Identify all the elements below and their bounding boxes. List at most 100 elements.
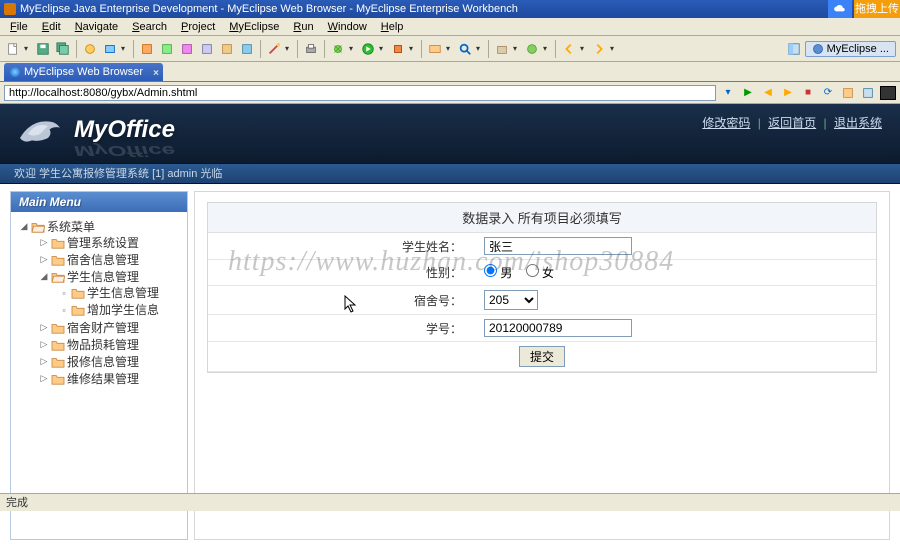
home-button[interactable] bbox=[860, 85, 876, 101]
menu-project[interactable]: Project bbox=[175, 20, 221, 34]
tree-item[interactable]: ▫学生信息管理 bbox=[59, 285, 183, 300]
tool-a[interactable] bbox=[138, 40, 156, 58]
tree-item[interactable]: ▷报修信息管理 bbox=[39, 354, 183, 369]
main-content: 数据录入 所有项目必须填写 学生姓名： 性别： 男 女 宿舍号： 2 bbox=[194, 191, 890, 540]
folder-icon bbox=[51, 339, 65, 351]
tool-e[interactable] bbox=[218, 40, 236, 58]
menu-window[interactable]: Window bbox=[322, 20, 373, 34]
fav-button[interactable] bbox=[840, 85, 856, 101]
title-bar: MyEclipse Java Enterprise Development - … bbox=[0, 0, 900, 18]
collapse-icon[interactable]: ◢ bbox=[19, 221, 29, 232]
form-table: 学生姓名： 性别： 男 女 宿舍号： 205 学号： bbox=[208, 233, 876, 372]
perspective-label: MyEclipse ... bbox=[827, 43, 889, 55]
tool-c[interactable] bbox=[178, 40, 196, 58]
link-exit-system[interactable]: 退出系统 bbox=[834, 116, 882, 130]
radio-female-wrap[interactable]: 女 bbox=[526, 266, 554, 280]
tree-item[interactable]: ▷物品损耗管理 bbox=[39, 337, 183, 352]
tree-item[interactable]: ▫增加学生信息 bbox=[59, 302, 183, 317]
bird-logo-icon bbox=[16, 110, 64, 150]
tree-item-student-info[interactable]: ◢ 学生信息管理 bbox=[39, 269, 183, 284]
link-back-home[interactable]: 返回首页 bbox=[768, 116, 816, 130]
radio-male[interactable] bbox=[484, 264, 497, 277]
brand-reflection: MyOffice bbox=[74, 142, 175, 159]
fullscreen-button[interactable] bbox=[880, 86, 896, 100]
expand-icon[interactable]: ▷ bbox=[39, 339, 49, 350]
upload-label[interactable]: 拖拽上传 bbox=[854, 0, 900, 18]
tool-d[interactable] bbox=[198, 40, 216, 58]
tool-b[interactable] bbox=[158, 40, 176, 58]
wizard-button[interactable] bbox=[265, 40, 283, 58]
save-button[interactable] bbox=[34, 40, 52, 58]
input-student-name[interactable] bbox=[484, 237, 632, 255]
open-perspective-button[interactable] bbox=[785, 40, 803, 58]
expand-icon[interactable]: ▷ bbox=[39, 356, 49, 367]
expand-icon[interactable]: ▷ bbox=[39, 254, 49, 265]
leaf-icon: ▫ bbox=[59, 288, 69, 298]
radio-male-wrap[interactable]: 男 bbox=[484, 266, 512, 280]
menu-search[interactable]: Search bbox=[126, 20, 173, 34]
folder-icon bbox=[51, 373, 65, 385]
tree-item[interactable]: ▷管理系统设置 bbox=[39, 235, 183, 250]
tab-browser[interactable]: MyEclipse Web Browser × bbox=[4, 63, 163, 81]
stop-button[interactable]: ■ bbox=[800, 85, 816, 101]
new-class-button[interactable] bbox=[523, 40, 541, 58]
tool-f[interactable] bbox=[238, 40, 256, 58]
tree-item-label: 学生信息管理 bbox=[67, 268, 139, 285]
tree-item[interactable]: ▷ 宿舍信息管理 bbox=[39, 252, 183, 267]
open-type-button[interactable] bbox=[426, 40, 444, 58]
body-wrap: Main Menu ◢ 系统菜单 ▷管理系统设置 ▷ 宿舍信息管理 ◢ 学生信息管理 bbox=[0, 184, 900, 544]
app-header: MyOffice MyOffice 修改密码 | 返回首页 | 退出系统 bbox=[0, 104, 900, 164]
nav-forward[interactable]: ▶ bbox=[780, 85, 796, 101]
expand-icon[interactable]: ▷ bbox=[39, 373, 49, 384]
new-button[interactable] bbox=[4, 40, 22, 58]
debug-button[interactable] bbox=[329, 40, 347, 58]
print-button[interactable] bbox=[302, 40, 320, 58]
label-name: 学生姓名： bbox=[208, 233, 478, 260]
ext-tools-button[interactable] bbox=[389, 40, 407, 58]
menu-help[interactable]: Help bbox=[375, 20, 410, 34]
server-button[interactable] bbox=[101, 40, 119, 58]
tree-item[interactable]: ▷宿舍财产管理 bbox=[39, 320, 183, 335]
collapse-icon[interactable]: ◢ bbox=[39, 271, 49, 282]
folder-icon bbox=[51, 322, 65, 334]
editor-tab-bar: MyEclipse Web Browser × bbox=[0, 62, 900, 82]
address-bar: ▾ ▶ ◀ ▶ ■ ⟳ bbox=[0, 82, 900, 104]
label-gender: 性别： bbox=[208, 260, 478, 286]
radio-female[interactable] bbox=[526, 264, 539, 277]
radio-female-label: 女 bbox=[542, 266, 554, 280]
go-button[interactable]: ▶ bbox=[740, 85, 756, 101]
run-button[interactable] bbox=[359, 40, 377, 58]
sidebar-title: Main Menu bbox=[11, 192, 187, 212]
nav-back[interactable]: ◀ bbox=[760, 85, 776, 101]
tree-item-label: 宿舍信息管理 bbox=[67, 251, 139, 268]
globe-icon bbox=[10, 67, 20, 77]
submit-button[interactable]: 提交 bbox=[519, 346, 565, 367]
expand-icon[interactable]: ▷ bbox=[39, 237, 49, 248]
window-title: MyEclipse Java Enterprise Development - … bbox=[20, 0, 518, 18]
menu-run[interactable]: Run bbox=[287, 20, 319, 34]
tree-item-label: 增加学生信息 bbox=[87, 301, 159, 318]
search-button[interactable] bbox=[456, 40, 474, 58]
menu-myeclipse[interactable]: MyEclipse bbox=[223, 20, 285, 34]
deploy-button[interactable] bbox=[81, 40, 99, 58]
input-student-id[interactable] bbox=[484, 319, 632, 337]
select-dorm[interactable]: 205 bbox=[484, 290, 538, 310]
back-button[interactable] bbox=[560, 40, 578, 58]
tree-item[interactable]: ▷维修结果管理 bbox=[39, 371, 183, 386]
new-pkg-button[interactable] bbox=[493, 40, 511, 58]
menu-navigate[interactable]: Navigate bbox=[69, 20, 124, 34]
url-input[interactable] bbox=[4, 85, 716, 101]
cloud-button[interactable] bbox=[828, 0, 852, 18]
close-icon[interactable]: × bbox=[153, 65, 159, 83]
expand-icon[interactable]: ▷ bbox=[39, 322, 49, 333]
perspective-myeclipse[interactable]: MyEclipse ... bbox=[805, 41, 896, 57]
form-heading: 数据录入 所有项目必须填写 bbox=[208, 203, 876, 233]
refresh-button[interactable]: ⟳ bbox=[820, 85, 836, 101]
url-dropdown[interactable]: ▾ bbox=[720, 85, 736, 101]
forward-button[interactable] bbox=[590, 40, 608, 58]
menu-file[interactable]: File bbox=[4, 20, 34, 34]
link-change-password[interactable]: 修改密码 bbox=[702, 116, 750, 130]
tree-root[interactable]: ◢ 系统菜单 bbox=[19, 219, 183, 234]
menu-edit[interactable]: Edit bbox=[36, 20, 67, 34]
save-all-button[interactable] bbox=[54, 40, 72, 58]
